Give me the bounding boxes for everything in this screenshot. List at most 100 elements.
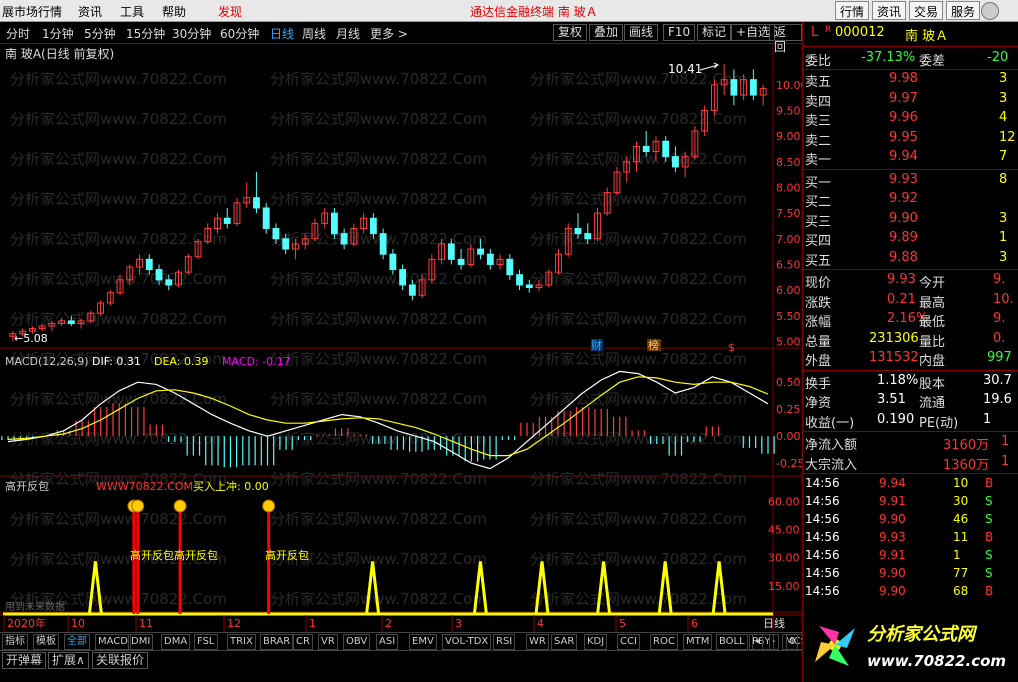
indicator-tab[interactable]: OBV (343, 634, 371, 650)
menu-help[interactable]: 帮助 (162, 3, 186, 20)
draw-button[interactable]: 画线 (624, 24, 659, 41)
finance-event-label[interactable]: 财 (591, 338, 602, 352)
mark-button[interactable]: 标记 (697, 24, 732, 41)
indicator-tab[interactable]: DMA (161, 634, 191, 650)
indicator-tab[interactable]: ASI (376, 634, 399, 650)
quote-header: L R 000012 南 玻Ａ (803, 24, 1018, 44)
candle-body (253, 197, 260, 209)
indicator-tab[interactable]: 模板 (33, 634, 59, 650)
indicator-tab[interactable]: ROC (650, 634, 678, 650)
tab-nav-button[interactable]: - (769, 634, 779, 650)
indicator-tick: 60.00 (768, 495, 800, 508)
indicator-tab[interactable]: CR (293, 634, 313, 650)
candle-body (525, 284, 533, 289)
indicator-tab[interactable]: VOL-TDX (442, 634, 492, 650)
stat-row: 涨幅 2.16% 最低 9. (805, 311, 1006, 330)
indicator-tab[interactable]: VR (318, 634, 338, 650)
stat-row: 外盘 131532 内盘 997 (805, 350, 1012, 369)
date-tick: 12 (227, 617, 241, 630)
ask-row[interactable]: 卖二 9.95 12 (803, 129, 1018, 149)
indicator-tab[interactable]: CCI (617, 634, 640, 650)
date-tick: 2020年 (7, 616, 46, 630)
tab-nav-button[interactable]: 0 (786, 634, 799, 650)
tick-row: 14:56 9.90 77 S (805, 566, 993, 580)
date-tick: 4 (537, 617, 544, 630)
menu-news[interactable]: 资讯 (78, 3, 102, 20)
indicator-tab[interactable]: 指标 (2, 634, 28, 650)
period-toolbar: 分时 1分钟 5分钟 15分钟 30分钟 60分钟 日线 周线 月线 更多 > … (0, 22, 802, 54)
f10-button[interactable]: F10 (663, 24, 696, 41)
candle-body (155, 269, 163, 281)
period-week[interactable]: 周线 (302, 25, 326, 42)
tick-row: 14:56 9.91 1 S (805, 548, 993, 562)
period-60m[interactable]: 60分钟 (220, 25, 259, 42)
signal-arrow-icon (173, 499, 187, 513)
indicator-tab[interactable]: FSL (194, 634, 218, 650)
indicator-tab[interactable]: BOLL (716, 634, 748, 650)
ask-row[interactable]: 卖四 9.97 3 (803, 90, 1018, 110)
weicha-value: -20 (987, 50, 1009, 65)
menu-discover[interactable]: 发现 (218, 3, 242, 20)
candle-body (642, 145, 650, 153)
watermark-text: 分析家公式网www.70822.Com (530, 550, 747, 568)
tab-nav-button[interactable]: ◂ (752, 634, 764, 650)
btn-trade[interactable]: 交易 (909, 1, 944, 20)
btn-quote[interactable]: 行情 (835, 1, 870, 20)
rank-event-label[interactable]: 榜 (648, 338, 659, 352)
candle-body (223, 217, 231, 224)
indicator-tab[interactable]: EMV (409, 634, 437, 650)
candle-body (730, 79, 738, 96)
indicator-tab[interactable]: KDJ (584, 634, 608, 650)
related-quote-button[interactable]: 关联报价 (92, 652, 149, 669)
bid-row[interactable]: 买一 9.93 8 (803, 171, 1018, 191)
menu-tools[interactable]: 工具 (120, 3, 144, 20)
period-5m[interactable]: 5分钟 (84, 25, 116, 42)
indicator-tab[interactable]: WR (526, 634, 549, 650)
pinwheel-logo-icon (815, 626, 855, 666)
adjust-button[interactable]: 复权 (553, 24, 588, 41)
period-1m[interactable]: 1分钟 (42, 25, 74, 42)
indicator-tab[interactable]: TRIX (227, 634, 256, 650)
period-tick[interactable]: 分时 (6, 25, 30, 42)
menu-market[interactable]: 展市场行情 (2, 3, 62, 20)
btn-news[interactable]: 资讯 (872, 1, 907, 20)
expand-button[interactable]: 扩展∧ (48, 652, 89, 669)
indicator-tab[interactable]: SAR (551, 634, 578, 650)
indicator-tab[interactable]: MTM (683, 634, 713, 650)
dividend-event-label[interactable]: $ (728, 341, 735, 354)
bid-row[interactable]: 买五 9.88 3 (803, 249, 1018, 269)
back-button[interactable]: 返回 (769, 24, 802, 54)
period-30m[interactable]: 30分钟 (172, 25, 211, 42)
candle-body (165, 279, 173, 286)
low-price-label: ←5.08 (14, 332, 48, 345)
indicator-tab[interactable]: DMI (128, 634, 154, 650)
period-15m[interactable]: 15分钟 (126, 25, 165, 42)
price-tick: 9.50 (776, 104, 801, 117)
ask-row[interactable]: 卖三 9.96 4 (803, 109, 1018, 129)
ask-row[interactable]: 卖五 9.98 3 (803, 70, 1018, 90)
indicator-tab[interactable]: 全部 (64, 634, 90, 650)
btn-service[interactable]: 服务 (946, 1, 981, 20)
stat-row: 现价 9.93 今开 9. (805, 272, 1006, 291)
date-tick: 11 (139, 617, 153, 630)
bid-row[interactable]: 买四 9.89 1 (803, 229, 1018, 249)
watermark-text: 分析家公式网www.70822.Com (530, 510, 747, 528)
bid-row[interactable]: 买三 9.90 3 (803, 210, 1018, 230)
bid-row[interactable]: 买二 9.92 (803, 190, 1018, 210)
watermark-text: 分析家公式网www.70822.Com (530, 470, 747, 488)
signal-arrow-icon (262, 499, 276, 513)
period-month[interactable]: 月线 (336, 25, 360, 42)
overlay-button[interactable]: 叠加 (589, 24, 624, 41)
candle-body (379, 233, 387, 255)
ask-row[interactable]: 卖一 9.94 7 (803, 148, 1018, 168)
window-menu-icon[interactable] (981, 2, 999, 20)
period-more[interactable]: 更多 > (370, 25, 408, 42)
stat-row: 换手 1.18% 股本 30.7 (805, 372, 1012, 392)
kline-chart[interactable]: 分析家公式网www.70822.Com 分析家公式网www.70822.Com 分析… (0, 44, 802, 632)
danmu-button[interactable]: 开弹幕 (2, 652, 47, 669)
indicator-tab[interactable]: MACD (95, 634, 131, 650)
period-day[interactable]: 日线 (270, 25, 294, 42)
indicator-tab[interactable]: BRAR (260, 634, 294, 650)
price-tick: 9.00 (776, 130, 801, 143)
indicator-tab[interactable]: RSI (493, 634, 516, 650)
